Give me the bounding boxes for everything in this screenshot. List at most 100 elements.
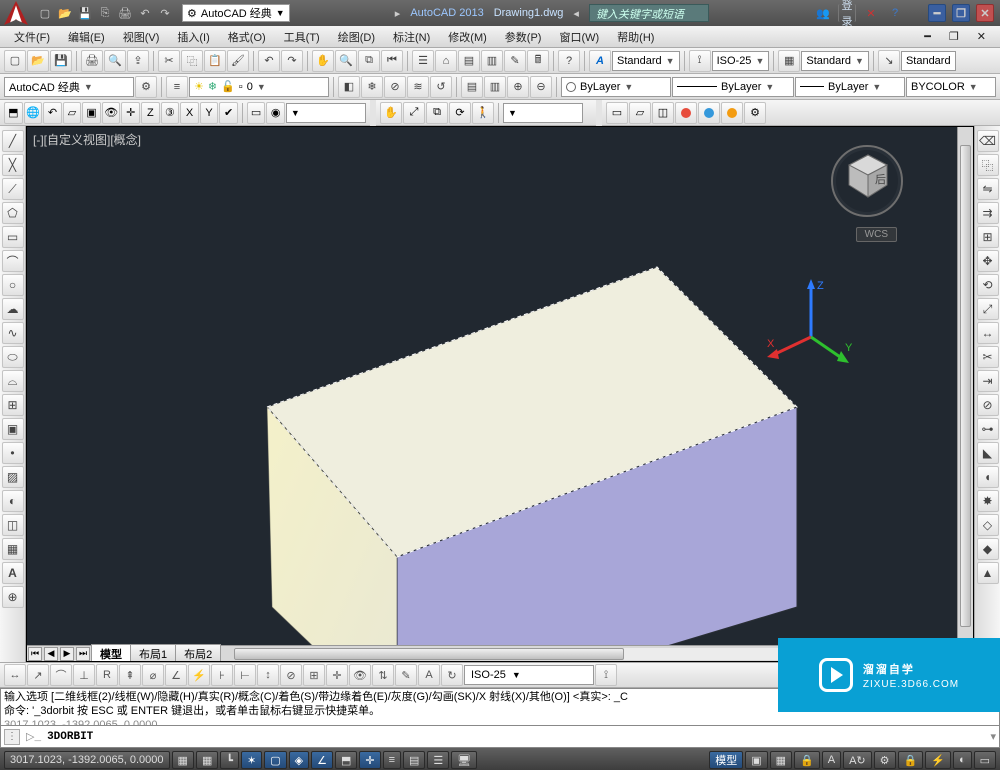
sheetset-icon[interactable]: ▥ — [481, 50, 503, 72]
arc-icon[interactable]: ⌒ — [2, 250, 24, 272]
dimbreak-icon[interactable]: ⊘ — [280, 664, 302, 686]
dimarc-icon[interactable]: ⌒ — [50, 664, 72, 686]
status-toolbar-lock-icon[interactable]: 🔒 — [898, 751, 924, 769]
textstyle-icon[interactable]: A — [589, 50, 611, 72]
ellipsearc-icon[interactable]: ⌓ — [2, 370, 24, 392]
break-icon[interactable]: ⊘ — [977, 394, 999, 416]
named-views-icon[interactable]: ▭ — [247, 102, 266, 124]
menu-format[interactable]: 格式(O) — [220, 27, 274, 47]
command-handle-icon[interactable]: ⋮ — [4, 729, 20, 745]
move-icon[interactable]: ✥ — [977, 250, 999, 272]
plot-icon[interactable]: 🖨 — [81, 50, 103, 72]
layeroff-icon[interactable]: ⊘ — [384, 76, 406, 98]
ucs-view-icon[interactable]: 👁 — [102, 102, 121, 124]
pan-icon2[interactable]: ✋ — [380, 102, 402, 124]
xline-icon[interactable]: ╳ — [2, 154, 24, 176]
qat-undo-icon[interactable]: ↶ — [136, 4, 154, 22]
tab-layout1[interactable]: 布局1 — [130, 644, 176, 662]
menu-edit[interactable]: 编辑(E) — [60, 27, 113, 47]
tab-nav-next-icon[interactable]: ▶ — [60, 647, 74, 661]
designcenter-icon[interactable]: ⌂ — [435, 50, 457, 72]
doc-close-button[interactable]: ✕ — [969, 28, 994, 45]
dimtedit-icon[interactable]: A — [418, 664, 440, 686]
signin-icon[interactable]: 👥 — [814, 4, 832, 22]
line-icon[interactable]: ╱ — [2, 130, 24, 152]
workspace-selector[interactable]: ⚙ AutoCAD 经典 ▼ — [182, 4, 290, 22]
help-icon[interactable]: ? — [886, 4, 904, 22]
minimize-button[interactable]: ━ — [928, 4, 946, 22]
layer-combo[interactable]: ☀❄🔓▫ 0 ▼ — [189, 77, 329, 97]
status-otrack-icon[interactable]: ∠ — [311, 751, 333, 769]
qat-redo-icon[interactable]: ↷ — [156, 4, 174, 22]
doc-minimize-button[interactable]: ━ — [916, 28, 939, 45]
status-tpy-icon[interactable]: ▤ — [403, 751, 425, 769]
quickcalc-icon[interactable]: 🖩 — [527, 50, 549, 72]
dimstyle-combo[interactable]: ISO-25▼ — [712, 51, 770, 71]
drawing-viewport[interactable]: [-][自定义视图][概念] — [26, 126, 974, 662]
stretch-icon[interactable]: ↔ — [977, 322, 999, 344]
dimstyle-manager-icon[interactable]: ⟟ — [595, 664, 617, 686]
ellipse-icon[interactable]: ⬭ — [2, 346, 24, 368]
qat-saveas-icon[interactable]: ⎘ — [96, 4, 114, 22]
dimord-icon[interactable]: ⊥ — [73, 664, 95, 686]
dimlinear-icon[interactable]: ↔ — [4, 664, 26, 686]
status-quickview-icon[interactable]: ▦ — [770, 751, 792, 769]
layermerge-icon[interactable]: ⊕ — [507, 76, 529, 98]
tablestyle-combo[interactable]: Standard▼ — [801, 51, 869, 71]
publish-icon[interactable]: ⇪ — [127, 50, 149, 72]
table-icon[interactable]: ▦ — [2, 538, 24, 560]
block-icon[interactable]: ▣ — [2, 418, 24, 440]
dimang-icon[interactable]: ∠ — [165, 664, 187, 686]
status-qp-icon[interactable]: ☰ — [427, 751, 449, 769]
ucs-face-icon[interactable]: ▱ — [63, 102, 82, 124]
vs-wire-icon[interactable]: ▱ — [629, 102, 651, 124]
polygon-icon[interactable]: ⬠ — [2, 202, 24, 224]
diminspect-icon[interactable]: 👁 — [349, 664, 371, 686]
vs-shaded-icon[interactable] — [721, 102, 743, 124]
vs-2dwire-icon[interactable]: ▭ — [606, 102, 628, 124]
new-icon[interactable]: ▢ — [4, 50, 26, 72]
status-lwt-icon[interactable]: ≡ — [383, 751, 401, 769]
pline-icon[interactable]: ⟋ — [2, 178, 24, 200]
cut-icon[interactable]: ✂ — [158, 50, 180, 72]
help-icon2[interactable]: ? — [558, 50, 580, 72]
status-model[interactable]: 模型 — [709, 751, 743, 769]
chamfer-icon[interactable]: ◣ — [977, 442, 999, 464]
plotstyle-combo[interactable]: BYCOLOR▼ — [906, 77, 996, 97]
explode-icon[interactable]: ✸ — [977, 490, 999, 512]
status-annoauto-icon[interactable]: A↻ — [843, 751, 872, 769]
status-ortho-icon[interactable]: ┗ — [220, 751, 239, 769]
menu-parametric[interactable]: 参数(P) — [497, 27, 550, 47]
status-polar-icon[interactable]: ✶ — [241, 751, 262, 769]
vs-conceptual-icon[interactable] — [698, 102, 720, 124]
toolpalette-icon[interactable]: ▤ — [458, 50, 480, 72]
orbit-free-icon[interactable]: ⟳ — [449, 102, 471, 124]
ucs-origin-icon[interactable]: ✛ — [121, 102, 140, 124]
layer-manager-icon[interactable]: ≡ — [166, 76, 188, 98]
status-annoscale-icon[interactable]: 🔒 — [794, 751, 820, 769]
textstyle-combo[interactable]: Standard▼ — [612, 51, 680, 71]
join-icon[interactable]: ⊶ — [977, 418, 999, 440]
ucs-icon[interactable]: ⬒ — [4, 102, 23, 124]
circle-icon[interactable]: ○ — [2, 274, 24, 296]
doc-restore-button[interactable]: ❐ — [941, 28, 967, 45]
tolerance-icon[interactable]: ⊞ — [303, 664, 325, 686]
menu-modify[interactable]: 修改(M) — [440, 27, 495, 47]
status-clean-icon[interactable]: ▭ — [974, 751, 996, 769]
dimstyle-icon[interactable]: ⟟ — [689, 50, 711, 72]
menu-window[interactable]: 窗口(W) — [551, 27, 607, 47]
gradient-icon[interactable]: ◐ — [2, 490, 24, 512]
status-snap-icon[interactable]: ▦ — [172, 751, 194, 769]
vs-realistic-icon[interactable] — [675, 102, 697, 124]
dimstyle-combo2[interactable]: ISO-25▼ — [464, 665, 594, 685]
mleaderstyle-icon[interactable]: ↘ — [878, 50, 900, 72]
zoom-prev-icon[interactable]: ⏮ — [381, 50, 403, 72]
close-button[interactable]: ✕ — [976, 4, 994, 22]
lineweight-combo[interactable]: ByLayer▼ — [795, 77, 905, 97]
layeriso-icon[interactable]: ◧ — [338, 76, 360, 98]
status-anno-icon[interactable]: A — [822, 751, 841, 769]
status-ws-icon[interactable]: ⚙ — [874, 751, 896, 769]
paste-icon[interactable]: 📋 — [204, 50, 226, 72]
status-sc-icon[interactable]: 🖥 — [451, 751, 477, 769]
dimrad-icon[interactable]: R — [96, 664, 118, 686]
